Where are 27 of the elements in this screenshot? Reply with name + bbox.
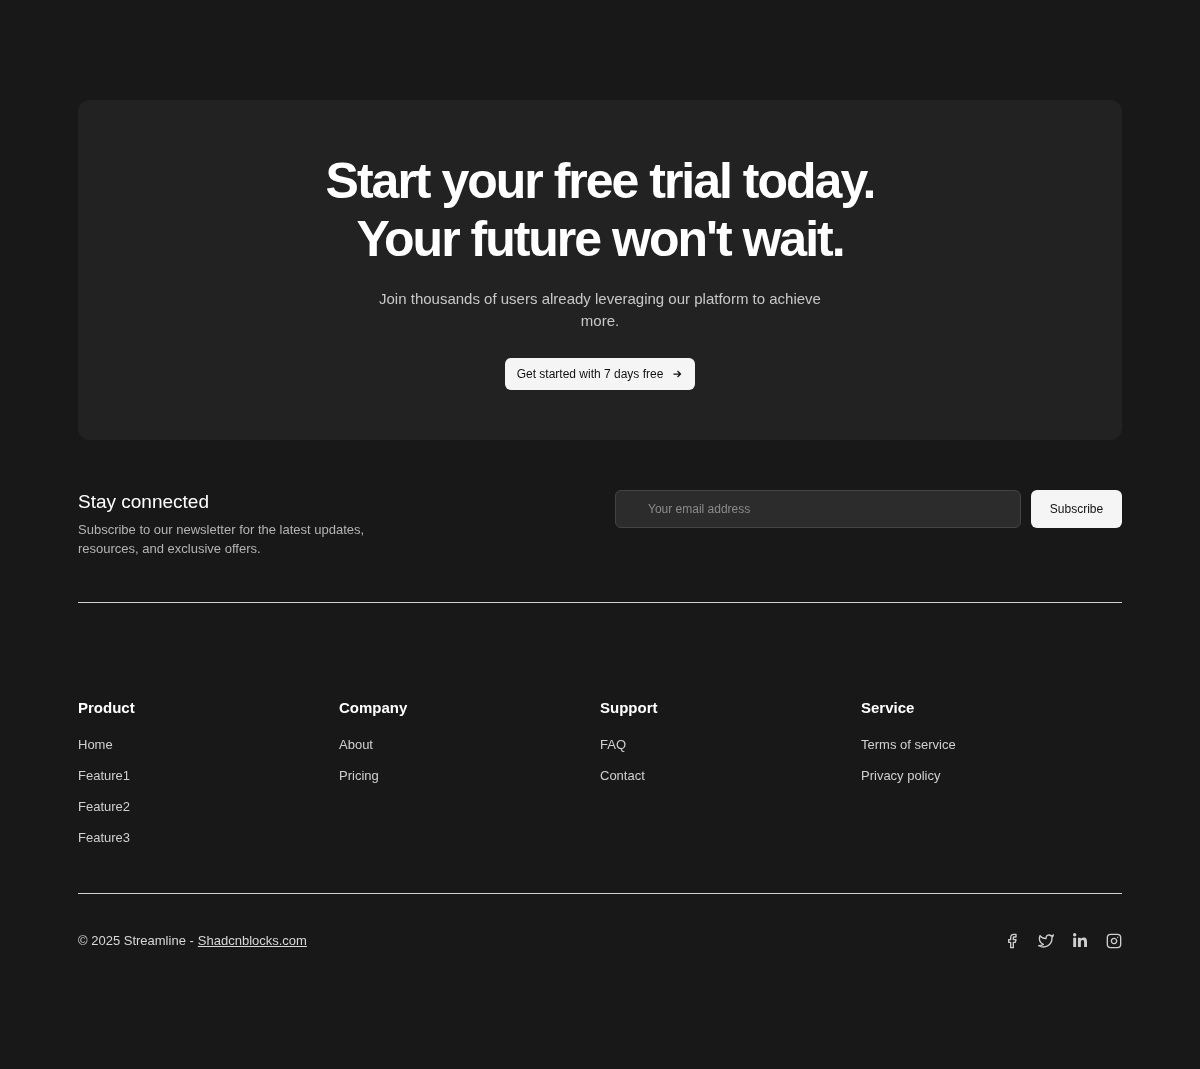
newsletter-title: Stay connected [78, 490, 210, 514]
footer-link[interactable]: Contact [600, 766, 645, 785]
email-field[interactable]: Your email address [615, 490, 1021, 528]
copyright-text: © 2025 Streamline - [78, 932, 194, 950]
arrow-right-icon [671, 368, 684, 380]
footer-link[interactable]: About [339, 735, 373, 754]
column-heading: Service [861, 698, 916, 718]
footer-link[interactable]: Pricing [339, 766, 379, 785]
instagram-icon[interactable] [1106, 932, 1122, 949]
cta-subtitle: Join thousands of users already leveraging our platform to achieve more. [378, 289, 822, 331]
footer-link[interactable]: Feature2 [78, 797, 131, 816]
footer-link[interactable]: Privacy policy [861, 766, 941, 785]
site-link[interactable]: Shadcnblocks.com [197, 931, 307, 951]
column-heading: Company [339, 698, 409, 718]
footer-link[interactable]: Feature3 [78, 828, 131, 847]
get-started-button[interactable]: Get started with 7 days free [504, 358, 696, 390]
twitter-icon[interactable] [1038, 932, 1054, 949]
cta-heading: Start your free trial today. Your future won't wait. [325, 152, 875, 268]
footer-link[interactable]: Feature1 [78, 766, 131, 785]
column-heading: Support [600, 698, 659, 718]
newsletter-text: Subscribe to our newsletter for the latest updates, resources, and exclusive offers. [78, 521, 366, 558]
footer-link[interactable]: Home [78, 735, 113, 754]
footer-link[interactable]: FAQ [600, 735, 626, 754]
column-heading: Product [78, 698, 136, 718]
subscribe-button[interactable]: Subscribe [1031, 490, 1122, 528]
linkedin-icon[interactable] [1072, 932, 1088, 949]
footer-link[interactable]: Terms of service [861, 735, 956, 754]
